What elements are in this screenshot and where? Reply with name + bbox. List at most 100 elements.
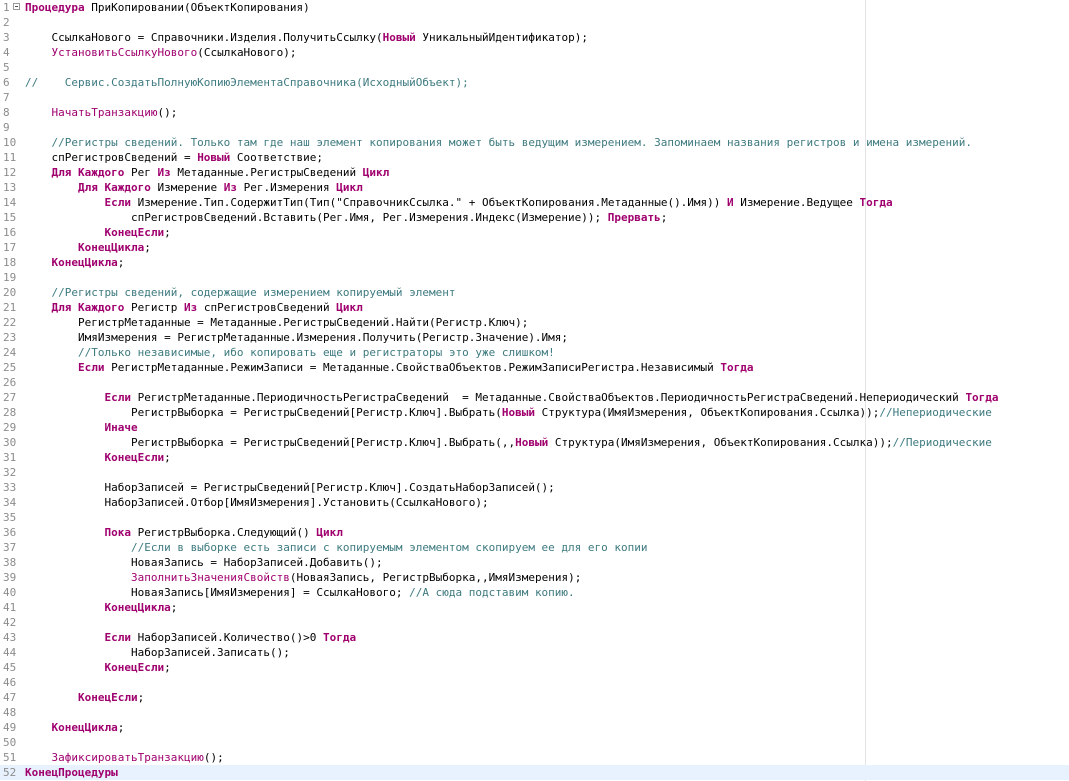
code-line[interactable]: 27 Если РегистрМетаданные.ПериодичностьР… xyxy=(0,390,1069,405)
keyword-token: КонецЕсли xyxy=(77,691,138,704)
code-line[interactable]: 1 Процедура ПриКопировании(ОбъектКопирова… xyxy=(0,0,1069,15)
line-code: Если РегистрМетаданные.ПериодичностьРеги… xyxy=(25,390,999,405)
code-line[interactable]: 39 ЗаполнитьЗначенияСвойств(НоваяЗапись,… xyxy=(0,570,1069,585)
code-line[interactable]: 43 Если НаборЗаписей.Количество()>0 Тогд… xyxy=(0,630,1069,645)
code-line[interactable]: 51 ЗафиксироватьТранзакцию(); xyxy=(0,750,1069,765)
keyword-token: Для Каждого xyxy=(51,301,125,314)
code-token: РегистрВыборка.Следующий() xyxy=(130,526,317,539)
code-line[interactable]: 25 Если РегистрМетаданные.РежимЗаписи = … xyxy=(0,360,1069,375)
code-token: ; xyxy=(660,211,668,224)
code-line[interactable]: 11 спРегистровСведений = Новый Соответст… xyxy=(0,150,1069,165)
code-token: (); xyxy=(203,751,224,764)
keyword-token: Если xyxy=(104,196,131,209)
keyword-token: Новый xyxy=(515,436,549,449)
code-line[interactable]: 7 xyxy=(0,90,1069,105)
code-line[interactable]: 19 xyxy=(0,270,1069,285)
code-token: НаборЗаписей = РегистрыСведений[Регистр.… xyxy=(25,481,555,494)
code-line[interactable]: 23 ИмяИзмерения = РегистрМетаданные.Изме… xyxy=(0,330,1069,345)
fold-toggle-icon[interactable] xyxy=(13,3,20,10)
code-line[interactable]: 48 xyxy=(0,705,1069,720)
line-number: 38 xyxy=(3,556,17,569)
code-line[interactable]: 12 Для Каждого Рег Из Метаданные.Регистр… xyxy=(0,165,1069,180)
line-number: 48 xyxy=(3,706,17,719)
line-number: 39 xyxy=(3,571,17,584)
line-number: 22 xyxy=(3,316,17,329)
code-line[interactable]: 33 НаборЗаписей = РегистрыСведений[Регис… xyxy=(0,480,1069,495)
keyword-token: Цикл xyxy=(336,301,363,314)
code-line[interactable]: 14 Если Измерение.Тип.СодержитТип(Тип("С… xyxy=(0,195,1069,210)
code-line[interactable]: 8 НачатьТранзакцию(); xyxy=(0,105,1069,120)
line-number: 10 xyxy=(3,136,17,149)
code-line[interactable]: 45 КонецЕсли; xyxy=(0,660,1069,675)
keyword-token: КонецЦикла xyxy=(104,601,171,614)
code-line[interactable]: 34 НаборЗаписей.Отбор[ИмяИзмерения].Уста… xyxy=(0,495,1069,510)
line-number: 20 xyxy=(3,286,17,299)
code-line[interactable]: 24 //Только независимые, ибо копировать … xyxy=(0,345,1069,360)
code-token: НоваяЗапись = НаборЗаписей.Добавить(); xyxy=(25,556,383,569)
code-line[interactable]: 29 Иначе xyxy=(0,420,1069,435)
code-line[interactable]: 22 РегистрМетаданные = Метаданные.Регист… xyxy=(0,315,1069,330)
line-number: 8 xyxy=(3,106,10,119)
code-editor[interactable]: 1 Процедура ПриКопировании(ОбъектКопирова… xyxy=(0,0,1069,781)
code-line[interactable]: 47 КонецЕсли; xyxy=(0,690,1069,705)
line-number: 9 xyxy=(3,121,10,134)
code-line[interactable]: 35 xyxy=(0,510,1069,525)
line-number: 50 xyxy=(3,736,17,749)
code-line[interactable]: 52 КонецПроцедуры xyxy=(0,765,1069,780)
code-line[interactable]: 3 СсылкаНового = Справочники.Изделия.Пол… xyxy=(0,30,1069,45)
code-line[interactable]: 10 //Регистры сведений. Только там где н… xyxy=(0,135,1069,150)
line-number: 24 xyxy=(3,346,17,359)
line-number: 7 xyxy=(3,91,10,104)
code-line[interactable]: 6 // Сервис.СоздатьПолнуюКопиюЭлементаСпр… xyxy=(0,75,1069,90)
code-line[interactable]: 2 xyxy=(0,15,1069,30)
line-code: КонецЕсли; xyxy=(25,690,144,705)
code-line[interactable]: 38 НоваяЗапись = НаборЗаписей.Добавить()… xyxy=(0,555,1069,570)
code-line[interactable]: 46 xyxy=(0,675,1069,690)
code-line[interactable]: 20 //Регистры сведений, содержащие измер… xyxy=(0,285,1069,300)
code-line[interactable]: 9 xyxy=(0,120,1069,135)
code-line[interactable]: 18 КонецЦикла; xyxy=(0,255,1069,270)
code-line[interactable]: 40 НоваяЗапись[ИмяИзмерения] = СсылкаНов… xyxy=(0,585,1069,600)
code-line[interactable]: 21 Для Каждого Регистр Из спРегистровСве… xyxy=(0,300,1069,315)
code-line[interactable]: 49 КонецЦикла; xyxy=(0,720,1069,735)
line-code: ИмяИзмерения = РегистрМетаданные.Измерен… xyxy=(25,330,568,345)
code-token: НаборЗаписей.Количество()>0 xyxy=(130,631,324,644)
line-number: 16 xyxy=(3,226,17,239)
code-line[interactable]: 42 xyxy=(0,615,1069,630)
code-line[interactable]: 36 Пока РегистрВыборка.Следующий() Цикл xyxy=(0,525,1069,540)
code-line[interactable]: 4 УстановитьСсылкуНового(СсылкаНового); xyxy=(0,45,1069,60)
code-line[interactable]: 32 xyxy=(0,465,1069,480)
code-line[interactable]: 26 xyxy=(0,375,1069,390)
code-line[interactable]: 17 КонецЦикла; xyxy=(0,240,1069,255)
code-line[interactable]: 37 //Если в выборке есть записи с копиру… xyxy=(0,540,1069,555)
line-code: НаборЗаписей = РегистрыСведений[Регистр.… xyxy=(25,480,555,495)
keyword-token: Тогда xyxy=(965,391,999,404)
code-line[interactable]: 5 xyxy=(0,60,1069,75)
code-line[interactable]: 50 xyxy=(0,735,1069,750)
line-code: Иначе xyxy=(25,420,137,435)
line-number: 14 xyxy=(3,196,17,209)
keyword-token: Для Каждого xyxy=(51,166,125,179)
keyword-token: Из xyxy=(157,166,171,179)
code-line[interactable]: 16 КонецЕсли; xyxy=(0,225,1069,240)
code-line[interactable]: 44 НаборЗаписей.Записать(); xyxy=(0,645,1069,660)
code-line[interactable]: 13 Для Каждого Измерение Из Рег.Измерени… xyxy=(0,180,1069,195)
code-line[interactable]: 15 спРегистровСведений.Вставить(Рег.Имя,… xyxy=(0,210,1069,225)
line-number: 5 xyxy=(3,61,10,74)
code-line[interactable]: 28 РегистрВыборка = РегистрыСведений[Рег… xyxy=(0,405,1069,420)
code-line[interactable]: 31 КонецЕсли; xyxy=(0,450,1069,465)
line-number: 17 xyxy=(3,241,17,254)
code-line[interactable]: 41 КонецЦикла; xyxy=(0,600,1069,615)
code-token: УникальныйИдентификатор); xyxy=(415,31,588,44)
code-line[interactable]: 30 РегистрВыборка = РегистрыСведений[Рег… xyxy=(0,435,1069,450)
